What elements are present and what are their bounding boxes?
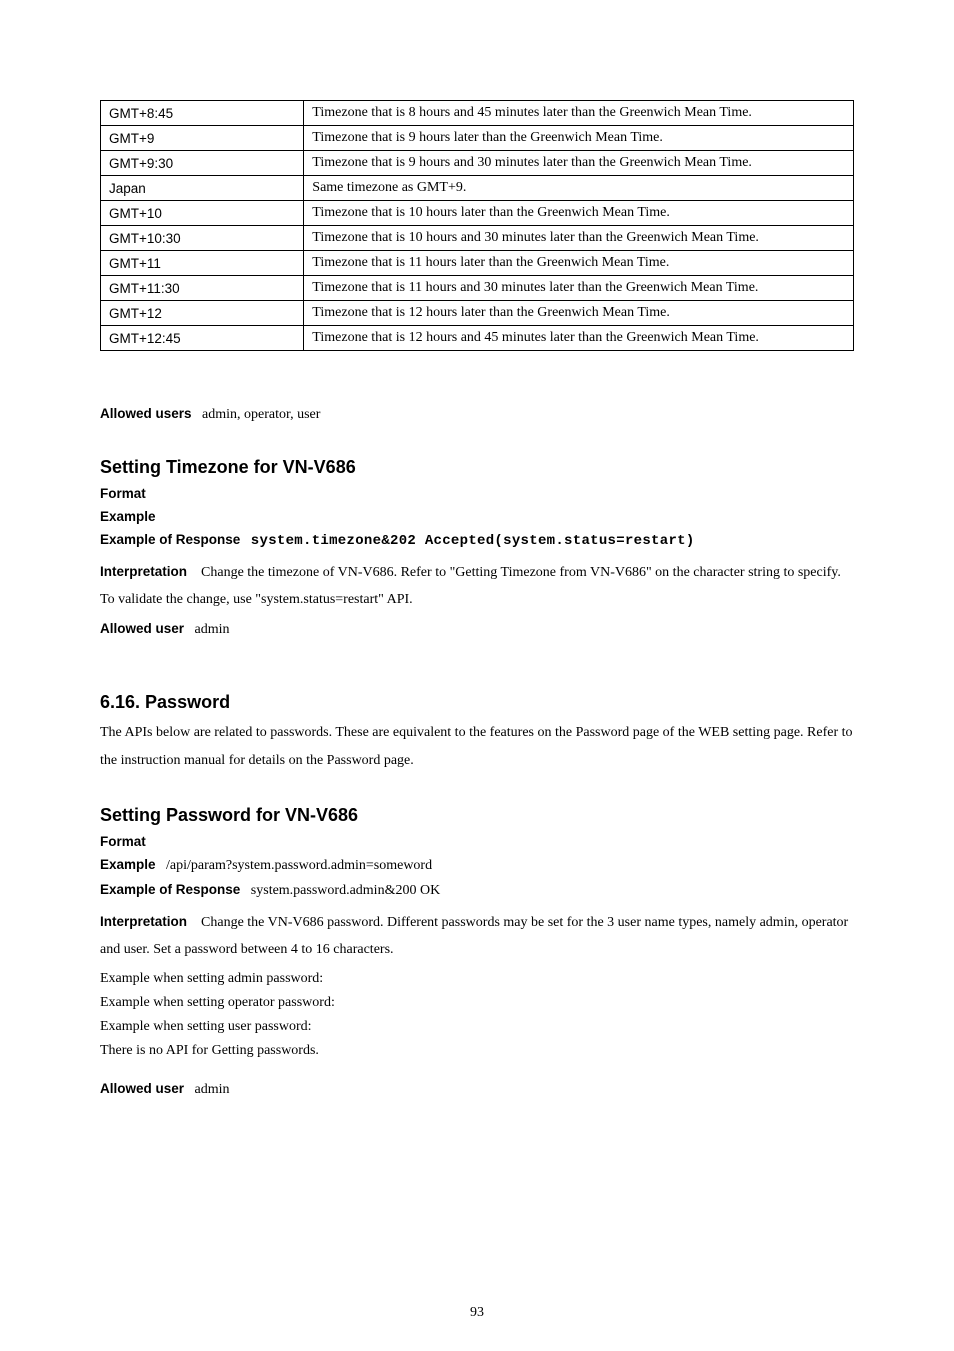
desc-cell: Timezone that is 11 hours later than the… (304, 251, 854, 276)
allowed-user-value-2: admin (195, 1082, 230, 1097)
interpretation-line-2: Interpretation Change the VN-V686 passwo… (100, 909, 854, 963)
example-label-2: Example (100, 857, 156, 872)
table-row: GMT+12 Timezone that is 12 hours later t… (101, 301, 854, 326)
timezone-table: GMT+8:45 Timezone that is 8 hours and 45… (100, 100, 854, 351)
desc-cell: Same timezone as GMT+9. (304, 176, 854, 201)
table-row: GMT+11 Timezone that is 11 hours later t… (101, 251, 854, 276)
example-of-response-line: Example of Response system.timezone&202 … (100, 532, 854, 549)
example-response-label-2: Example of Response (100, 882, 240, 897)
timezone-table-body: GMT+8:45 Timezone that is 8 hours and 45… (101, 101, 854, 351)
desc-cell: Timezone that is 11 hours and 30 minutes… (304, 276, 854, 301)
allowed-user-value: admin (195, 622, 230, 637)
format-label: Format (100, 486, 854, 501)
desc-cell: Timezone that is 10 hours and 30 minutes… (304, 226, 854, 251)
interpretation-text-2: Change the VN-V686 password. Different p… (100, 915, 848, 957)
desc-cell: Timezone that is 12 hours and 45 minutes… (304, 326, 854, 351)
example-response-line-2: Example of Response system.password.admi… (100, 882, 854, 899)
table-row: GMT+12:45 Timezone that is 12 hours and … (101, 326, 854, 351)
interpretation-label: Interpretation (100, 564, 187, 579)
interpretation-line: Interpretation Change the timezone of VN… (100, 559, 854, 613)
password-section-body: The APIs below are related to passwords.… (100, 719, 854, 775)
table-row: GMT+10 Timezone that is 10 hours later t… (101, 201, 854, 226)
desc-cell: Timezone that is 10 hours later than the… (304, 201, 854, 226)
page-number: 93 (0, 1305, 954, 1321)
tz-cell: GMT+10:30 (101, 226, 304, 251)
allowed-user-label-2: Allowed user (100, 1081, 184, 1096)
allowed-users-value (195, 407, 202, 422)
tz-cell: GMT+12 (101, 301, 304, 326)
desc-cell: Timezone that is 8 hours and 45 minutes … (304, 101, 854, 126)
allowed-users-line: Allowed users admin, operator, user (100, 406, 854, 423)
tz-cell: GMT+9:30 (101, 151, 304, 176)
tz-cell: GMT+11 (101, 251, 304, 276)
example-line: Example /api/param?system.password.admin… (100, 857, 854, 874)
desc-cell: Timezone that is 12 hours later than the… (304, 301, 854, 326)
password-section-heading: 6.16. Password (100, 692, 854, 713)
allowed-users-label: Allowed users (100, 406, 192, 421)
tz-cell: GMT+10 (101, 201, 304, 226)
interpretation-text: Change the timezone of VN-V686. Refer to… (100, 565, 841, 607)
document-page: GMT+8:45 Timezone that is 8 hours and 45… (0, 0, 954, 1351)
allowed-user-line-2: Allowed user admin (100, 1081, 854, 1098)
example-operator-line: Example when setting operator password: (100, 995, 854, 1011)
example-admin-line: Example when setting admin password: (100, 971, 854, 987)
desc-cell: Timezone that is 9 hours later than the … (304, 126, 854, 151)
tz-cell: GMT+11:30 (101, 276, 304, 301)
table-row: Japan Same timezone as GMT+9. (101, 176, 854, 201)
table-row: GMT+11:30 Timezone that is 11 hours and … (101, 276, 854, 301)
setting-timezone-heading: Setting Timezone for VN-V686 (100, 457, 854, 478)
table-row: GMT+9:30 Timezone that is 9 hours and 30… (101, 151, 854, 176)
tz-cell: Japan (101, 176, 304, 201)
example-response-value: system.timezone&202 Accepted(system.stat… (251, 533, 695, 549)
format-label-2: Format (100, 834, 854, 849)
allowed-users-value-text: admin, operator, user (202, 407, 320, 422)
table-row: GMT+8:45 Timezone that is 8 hours and 45… (101, 101, 854, 126)
interpretation-label-2: Interpretation (100, 914, 187, 929)
table-row: GMT+9 Timezone that is 9 hours later tha… (101, 126, 854, 151)
tz-cell: GMT+8:45 (101, 101, 304, 126)
example-user-line: Example when setting user password: (100, 1019, 854, 1035)
tz-cell: GMT+9 (101, 126, 304, 151)
example-label: Example (100, 509, 854, 524)
example-value: /api/param?system.password.admin=somewor… (166, 858, 432, 873)
allowed-user-label: Allowed user (100, 621, 184, 636)
setting-password-heading: Setting Password for VN-V686 (100, 805, 854, 826)
tz-cell: GMT+12:45 (101, 326, 304, 351)
example-response-label: Example of Response (100, 532, 240, 547)
example-response-value-2: system.password.admin&200 OK (251, 883, 440, 898)
no-api-line: There is no API for Getting passwords. (100, 1043, 854, 1059)
desc-cell: Timezone that is 9 hours and 30 minutes … (304, 151, 854, 176)
allowed-user-line: Allowed user admin (100, 621, 854, 638)
table-row: GMT+10:30 Timezone that is 10 hours and … (101, 226, 854, 251)
